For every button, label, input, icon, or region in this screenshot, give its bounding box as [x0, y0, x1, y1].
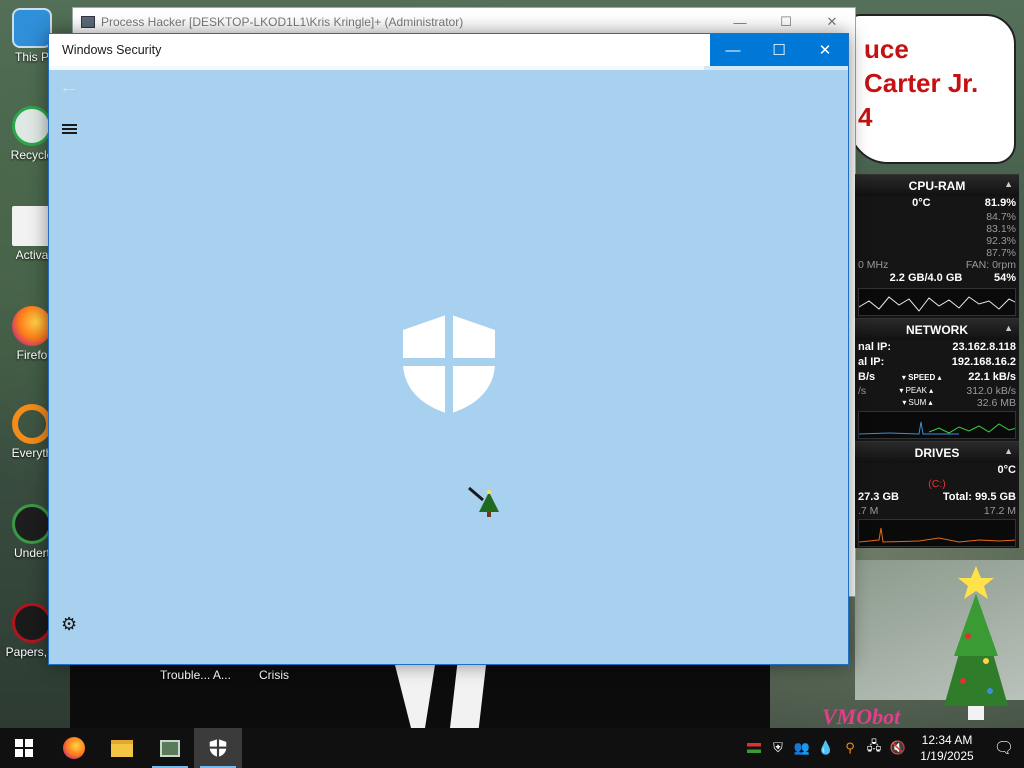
- external-ip-label: nal IP:: [858, 341, 892, 353]
- window-title: Windows Security: [62, 43, 162, 57]
- christmas-tree-cursor-icon: [468, 486, 499, 517]
- window-controls: — ☐ ✕: [710, 34, 848, 66]
- process-hacker-icon: [160, 739, 180, 757]
- desktop-icon-label[interactable]: Trouble... A...: [160, 668, 231, 682]
- drive-write: 17.2 M: [983, 505, 1016, 517]
- cpu-core-value: 87.7%: [986, 247, 1016, 259]
- notification-center-icon[interactable]: 🗨: [984, 738, 1024, 758]
- drive-letter: (C:): [928, 478, 946, 490]
- taskbar-clock[interactable]: 12:34 AM 1/19/2025: [910, 732, 984, 764]
- cpu-core-value: 83.1%: [986, 223, 1016, 235]
- desktop-icon-label[interactable]: Crisis: [259, 668, 289, 682]
- network-peak: 312.0 kB/s: [966, 385, 1016, 397]
- folder-icon: [111, 739, 133, 757]
- drive-read: .7 M: [858, 505, 879, 517]
- process-hacker-close-button[interactable]: ✕: [809, 8, 855, 36]
- taskbar: ⛨ 👥 💧 ⚲ 🖧 🔇 12:34 AM 1/19/2025 🗨: [0, 728, 1024, 768]
- christmas-tree-decoration: [944, 566, 1008, 720]
- drive-temp: 0°C: [997, 464, 1016, 476]
- volume-muted-icon[interactable]: 🔇: [886, 728, 910, 768]
- process-hacker-icon: [81, 16, 95, 28]
- drop-icon[interactable]: 💧: [814, 728, 838, 768]
- taskbar-windows-security[interactable]: [194, 728, 242, 768]
- drive-free: 27.3 GB: [858, 491, 899, 503]
- taskbar-process-hacker[interactable]: [146, 728, 194, 768]
- cpu-core-total: 81.9%: [984, 197, 1016, 209]
- back-arrow-icon[interactable]: ←: [59, 76, 79, 99]
- start-button[interactable]: [0, 728, 48, 768]
- network-speed: 22.1 kB/s: [968, 371, 1016, 383]
- document-icon: [12, 206, 52, 246]
- ram-usage: 2.2 GB/4.0 GB: [889, 272, 963, 284]
- bubble-line: uce: [864, 34, 909, 64]
- cpu-core-value: 84.7%: [986, 211, 1016, 223]
- collapse-icon[interactable]: ▲: [1004, 179, 1013, 189]
- people-icon[interactable]: 👥: [790, 728, 814, 768]
- hamburger-menu-icon[interactable]: [62, 124, 77, 134]
- windows-security-window[interactable]: Windows Security — ☐ ✕ ← ⚙: [48, 33, 849, 665]
- external-ip: 23.162.8.118: [952, 341, 1016, 353]
- cpu-core-value: 92.3%: [986, 235, 1016, 247]
- cpu-mhz: 0 MHz: [858, 259, 889, 271]
- shield-icon: [399, 312, 499, 416]
- magnifier-icon: [12, 404, 52, 444]
- internal-ip-label: al IP:: [858, 356, 885, 368]
- windows-logo-icon: [15, 739, 33, 757]
- internal-ip: 192.168.16.2: [951, 356, 1016, 368]
- clock-date: 1/19/2025: [920, 749, 974, 763]
- maximize-button[interactable]: ☐: [756, 34, 802, 66]
- collapse-icon[interactable]: ▲: [1004, 323, 1013, 333]
- loading-progress-bar: [49, 66, 848, 70]
- papers-please-icon: [12, 603, 52, 643]
- computer-icon: [12, 8, 52, 48]
- search-tool-icon[interactable]: ⚲: [838, 728, 862, 768]
- wallpaper-speech-bubble: uce Carter Jr. 4: [848, 14, 1016, 164]
- settings-gear-icon[interactable]: ⚙: [61, 614, 77, 635]
- recycle-bin-icon: [12, 106, 52, 146]
- loading-progress-fill: [49, 66, 705, 70]
- minimize-button[interactable]: —: [710, 34, 756, 66]
- taskbar-file-explorer[interactable]: [98, 728, 146, 768]
- system-monitor-gadget: CPU-RAM ▲ 0°C 81.9% 84.7% 83.1% 92.3% 87…: [855, 174, 1019, 548]
- taskbar-firefox[interactable]: [50, 728, 98, 768]
- network-sum: 32.6 MB: [976, 397, 1016, 409]
- undertale-icon: [12, 504, 52, 544]
- bubble-line: Carter Jr.: [864, 68, 979, 98]
- wallpaper-brand: VMObot: [822, 704, 901, 728]
- bubble-line: 4: [858, 102, 873, 132]
- firefox-icon: [12, 306, 52, 346]
- shield-icon: [209, 738, 227, 758]
- process-hacker-maximize-button[interactable]: ☐: [763, 8, 809, 36]
- sum-label: ▾ SUM ▴: [902, 398, 933, 407]
- network-icon[interactable]: 🖧: [862, 728, 886, 768]
- network-header[interactable]: NETWORK ▲: [855, 318, 1019, 340]
- peak-label: ▾ PEAK ▴: [899, 386, 934, 395]
- speed-label: ▾ SPEED ▴: [901, 373, 942, 382]
- flag-icon[interactable]: [742, 728, 766, 768]
- ram-percent: 54%: [993, 272, 1016, 284]
- network-graph: [858, 411, 1016, 439]
- cpu-ram-header[interactable]: CPU-RAM ▲: [855, 174, 1019, 196]
- firefox-icon: [63, 737, 85, 759]
- security-alert-icon[interactable]: ⛨: [766, 728, 790, 768]
- process-hacker-minimize-button[interactable]: —: [717, 8, 763, 36]
- cpu-temp: 0°C: [912, 197, 931, 209]
- drives-header[interactable]: DRIVES ▲: [855, 441, 1019, 463]
- windows-security-titlebar[interactable]: Windows Security — ☐ ✕: [49, 34, 848, 66]
- close-button[interactable]: ✕: [802, 34, 848, 66]
- clock-time: 12:34 AM: [921, 733, 973, 747]
- cpu-fan: FAN: 0rpm: [965, 259, 1016, 271]
- cpu-graph: [858, 288, 1016, 316]
- system-tray: ⛨ 👥 💧 ⚲ 🖧 🔇 12:34 AM 1/19/2025 🗨: [742, 728, 1024, 768]
- process-hacker-title: Process Hacker [DESKTOP-LKOD1L1\Kris Kri…: [101, 15, 464, 29]
- drive-total: Total: 99.5 GB: [942, 491, 1016, 503]
- drives-graph: [858, 519, 1016, 547]
- collapse-icon[interactable]: ▲: [1004, 446, 1013, 456]
